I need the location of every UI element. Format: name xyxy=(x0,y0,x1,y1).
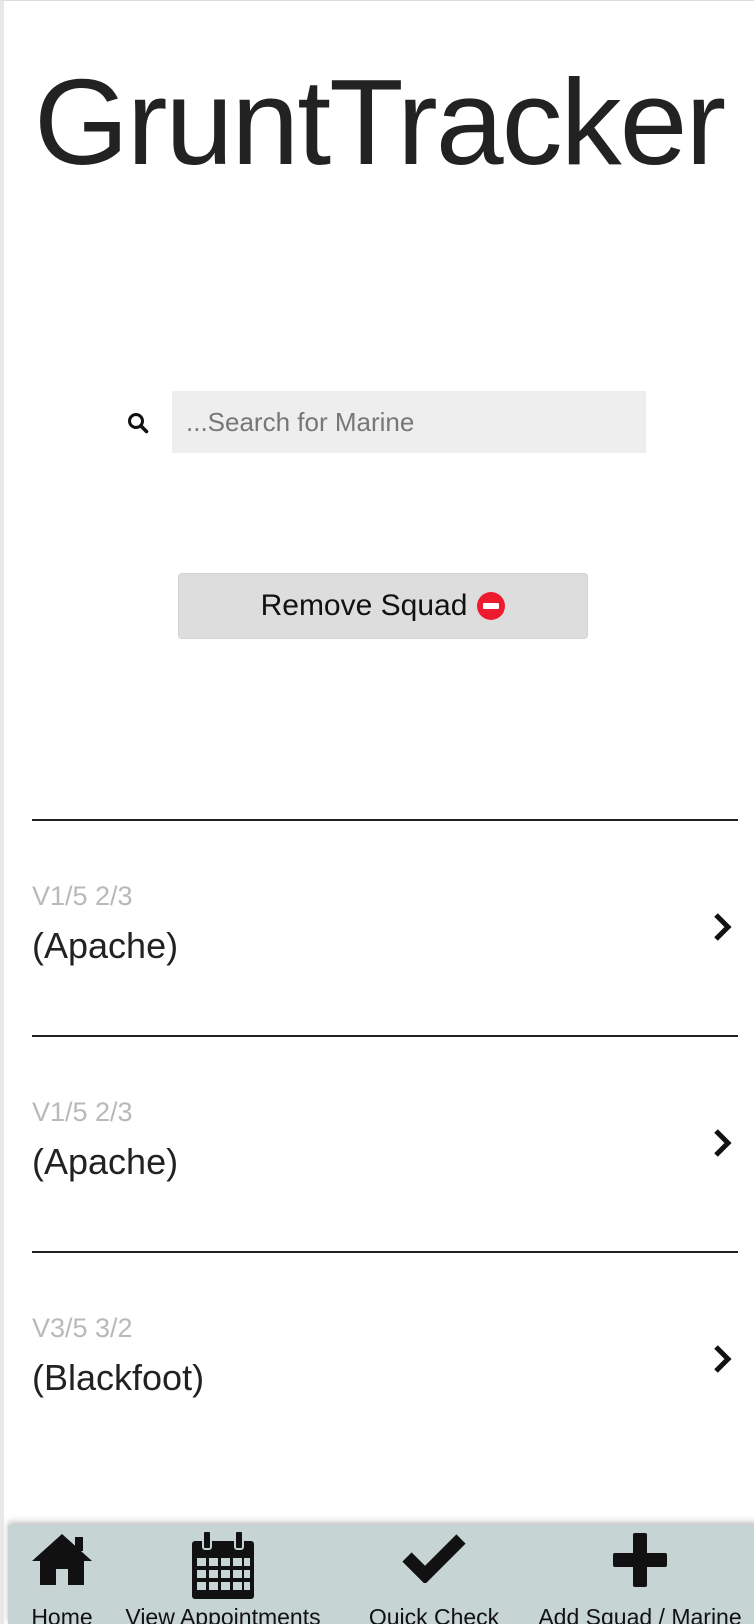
search-icon[interactable] xyxy=(126,411,150,435)
squad-name: (Blackfoot) xyxy=(32,1357,205,1398)
tab-home-label: Home xyxy=(31,1604,93,1624)
remove-squad-button[interactable]: Remove Squad xyxy=(178,573,588,639)
tab-home[interactable]: Home xyxy=(22,1525,102,1624)
chevron-right-icon xyxy=(714,1129,732,1157)
chevron-right-icon xyxy=(714,1345,732,1373)
squad-code: V3/5 3/2 xyxy=(32,1313,133,1343)
tab-quick-check[interactable]: Quick Check xyxy=(360,1525,508,1624)
calendar-icon xyxy=(192,1531,254,1599)
squad-list-item[interactable]: V3/5 3/2 (Blackfoot) xyxy=(32,1251,738,1467)
app-title: GruntTracker xyxy=(34,54,726,190)
squad-list: V1/5 2/3 (Apache) V1/5 2/3 (Apache) V3/5… xyxy=(32,819,738,1467)
squad-code: V1/5 2/3 xyxy=(32,1097,133,1127)
tab-add-squad-marine-label: Add Squad / Marine xyxy=(538,1604,742,1624)
squad-code: V1/5 2/3 xyxy=(32,881,133,911)
squad-list-item[interactable]: V1/5 2/3 (Apache) xyxy=(32,1035,738,1251)
tab-view-appointments-label: View Appointments xyxy=(125,1604,321,1624)
home-icon xyxy=(32,1534,92,1585)
search-input[interactable] xyxy=(172,391,646,453)
chevron-right-icon xyxy=(714,913,732,941)
plus-icon xyxy=(613,1533,667,1587)
bottom-tab-bar: Home View Appointments Quick Check Add S… xyxy=(8,1525,754,1624)
checkmark-icon xyxy=(402,1534,466,1583)
minus-circle-icon xyxy=(477,592,506,620)
remove-squad-label: Remove Squad xyxy=(260,589,468,622)
tab-add-squad-marine[interactable]: Add Squad / Marine xyxy=(534,1525,746,1624)
squad-name: (Apache) xyxy=(32,925,179,966)
app-screen: GruntTracker Remove Squad V1/5 2/3 (Apac… xyxy=(0,0,754,1624)
tab-view-appointments[interactable]: View Appointments xyxy=(120,1525,326,1624)
search-bar xyxy=(120,391,650,453)
tab-quick-check-label: Quick Check xyxy=(368,1604,500,1624)
squad-name: (Apache) xyxy=(32,1141,179,1182)
squad-list-item[interactable]: V1/5 2/3 (Apache) xyxy=(32,819,738,1035)
